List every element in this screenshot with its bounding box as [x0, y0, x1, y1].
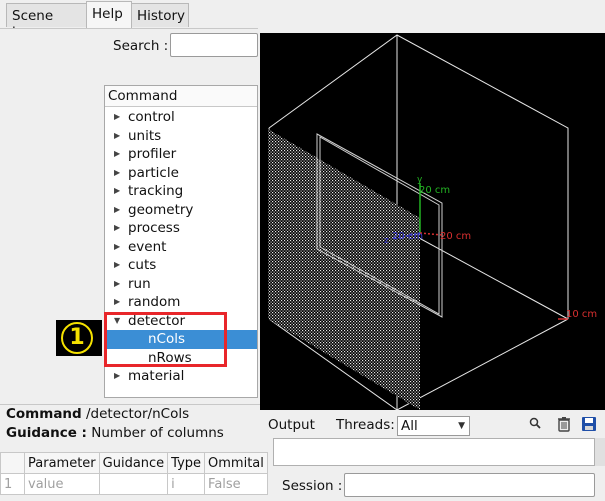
tree-item-label: geometry	[128, 201, 194, 218]
expand-arrow-right-icon[interactable]: ▶	[114, 219, 120, 238]
param-cell-ommital: False	[204, 473, 268, 495]
command-value: /detector/nCols	[86, 406, 190, 422]
threads-value: All	[401, 418, 418, 434]
command-label: Command	[6, 406, 82, 422]
expand-arrow-right-icon[interactable]: ▶	[114, 164, 120, 183]
tree-item-label: particle	[128, 164, 179, 181]
param-header-parameter: Parameter	[24, 452, 100, 474]
z-axis-letter: z	[384, 236, 389, 246]
search-label: Search :	[113, 38, 169, 54]
param-header-guidance: Guidance	[98, 452, 169, 474]
tree-item-run[interactable]: ▶ run	[105, 275, 257, 294]
tree-item-random[interactable]: ▶ random	[105, 293, 257, 312]
expand-arrow-right-icon[interactable]: ▶	[114, 367, 120, 386]
scene-drawing: y 20 cm z 20 cm 20 cm 10 cm	[268, 34, 597, 411]
param-cell-type: i	[167, 473, 206, 495]
tree-header: Command	[105, 86, 257, 107]
param-cell-index: 1	[0, 473, 25, 495]
guidance-line: Guidance : Number of columns	[6, 425, 224, 441]
expand-arrow-right-icon[interactable]: ▶	[114, 201, 120, 220]
scale-label: 10 cm	[566, 309, 597, 320]
table-row: 1 value i False	[0, 473, 268, 495]
output-label: Output	[268, 417, 315, 433]
y-axis-letter: y	[417, 175, 423, 185]
expand-arrow-right-icon[interactable]: ▶	[114, 293, 120, 312]
command-line: Command /detector/nCols	[6, 406, 189, 422]
tree-item-particle[interactable]: ▶ particle	[105, 164, 257, 183]
tree-item-label: run	[128, 275, 151, 292]
tab-history[interactable]: History	[131, 3, 189, 27]
tree-item-label: material	[128, 368, 185, 384]
tree-item-label: event	[128, 238, 167, 255]
expand-arrow-right-icon[interactable]: ▶	[114, 127, 120, 146]
tree-item-label: random	[128, 294, 181, 310]
y-axis-label: 20 cm	[419, 185, 450, 196]
search-icon[interactable]	[527, 415, 545, 433]
threads-select[interactable]: All ▼	[397, 416, 470, 436]
tree-item-label: profiler	[128, 146, 177, 162]
tab-scene-tree[interactable]: Scene tree	[6, 3, 87, 40]
expand-arrow-right-icon[interactable]: ▶	[114, 238, 120, 257]
tree-item-process[interactable]: ▶ process	[105, 219, 257, 238]
parameter-table: Parameter Guidance Type Ommital 1 value …	[0, 452, 268, 495]
guidance-label: Guidance :	[6, 425, 87, 441]
z-axis-label: 20 cm	[392, 231, 423, 242]
expand-arrow-right-icon[interactable]: ▶	[114, 256, 120, 275]
tree-item-material[interactable]: ▶ material	[105, 367, 257, 386]
tree-item-label: cuts	[128, 257, 157, 273]
highlight-box	[104, 312, 227, 367]
search-input[interactable]	[170, 33, 258, 57]
tree-item-geometry[interactable]: ▶ geometry	[105, 201, 257, 220]
param-header-index	[0, 452, 25, 474]
param-header-type: Type	[167, 452, 206, 474]
x-axis-label: 20 cm	[440, 231, 471, 242]
tree-item-label: process	[128, 220, 180, 236]
threads-label: Threads:	[336, 417, 395, 433]
tree-item-units[interactable]: ▶ units	[105, 127, 257, 146]
tab-help[interactable]: Help	[86, 1, 132, 29]
chevron-down-icon: ▼	[458, 421, 465, 431]
param-header-ommital: Ommital	[204, 452, 268, 474]
expand-arrow-right-icon[interactable]: ▶	[114, 275, 120, 294]
expand-arrow-right-icon[interactable]: ▶	[114, 108, 120, 127]
save-icon[interactable]	[580, 415, 598, 433]
expand-arrow-right-icon[interactable]: ▶	[114, 182, 120, 201]
param-cell-guidance	[98, 473, 169, 495]
annotation-badge: 1	[61, 322, 93, 354]
output-area[interactable]	[273, 438, 595, 466]
trash-icon[interactable]	[555, 415, 573, 433]
param-cell-parameter: value	[24, 473, 100, 495]
session-label: Session :	[282, 478, 343, 494]
tree-item-control[interactable]: ▶ control	[105, 108, 257, 127]
tree-item-cuts[interactable]: ▶ cuts	[105, 256, 257, 275]
session-input[interactable]	[344, 473, 595, 497]
tree-item-tracking[interactable]: ▶ tracking	[105, 182, 257, 201]
tree-item-event[interactable]: ▶ event	[105, 238, 257, 257]
tree-item-label: tracking	[128, 183, 184, 199]
output-scrollbar[interactable]	[595, 438, 605, 466]
guidance-value: Number of columns	[91, 425, 224, 441]
tree-item-label: units	[128, 127, 162, 144]
tree-item-label: control	[128, 109, 175, 125]
tree-item-profiler[interactable]: ▶ profiler	[105, 145, 257, 164]
expand-arrow-right-icon[interactable]: ▶	[114, 145, 120, 164]
scene-viewer[interactable]: y 20 cm z 20 cm 20 cm 10 cm	[260, 33, 605, 411]
